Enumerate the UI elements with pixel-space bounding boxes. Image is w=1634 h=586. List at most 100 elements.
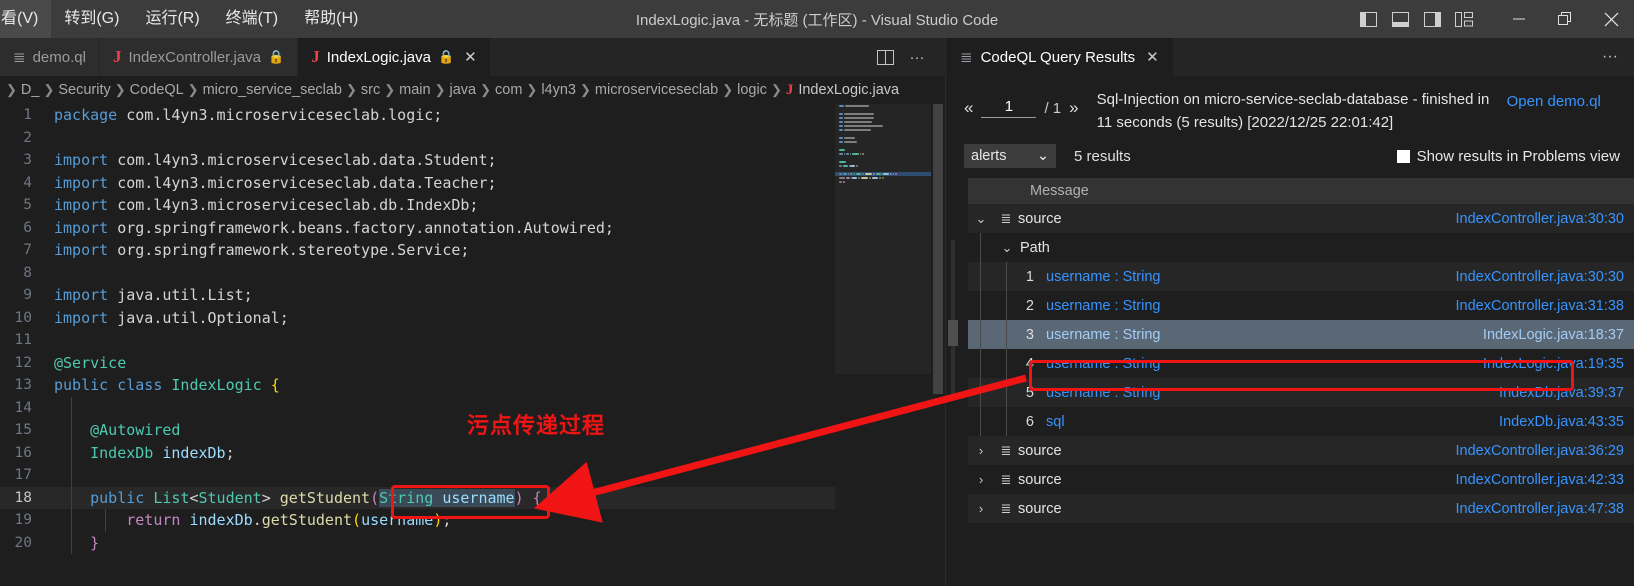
menu-item-1[interactable]: 转到(G) <box>51 0 132 38</box>
line-content: import java.util.Optional; <box>54 307 289 330</box>
more-actions-icon[interactable]: ··· <box>903 43 931 71</box>
chevron-down-icon: ⌄ <box>1036 148 1049 164</box>
next-page-icon[interactable]: » <box>1069 98 1078 118</box>
editor-scrollbar-thumb[interactable] <box>933 104 943 394</box>
toggle-secondary-sidebar-icon[interactable] <box>1416 0 1448 38</box>
split-editor-icon[interactable] <box>871 43 899 71</box>
lock-icon[interactable]: 🔒 <box>438 49 454 65</box>
code-editor[interactable]: 1 package com.l4yn3.microserviceseclab.lo… <box>0 104 945 586</box>
result-row[interactable]: › ≣ source IndexController.java:36:29 <box>968 436 1634 465</box>
result-message[interactable]: username : String <box>1046 385 1160 401</box>
result-message[interactable]: sql <box>1046 414 1065 430</box>
close-icon[interactable]: ✕ <box>464 48 477 66</box>
page-number-input[interactable] <box>981 98 1037 118</box>
lock-icon[interactable]: 🔒 <box>268 49 284 65</box>
result-location-link[interactable]: IndexDb.java:39:37 <box>1499 385 1624 401</box>
result-location-link[interactable]: IndexLogic.java:19:35 <box>1483 356 1624 372</box>
result-row[interactable]: 5 username : String IndexDb.java:39:37 <box>968 378 1634 407</box>
panel-scrollbar-thumb[interactable] <box>948 320 958 346</box>
result-location-link[interactable]: IndexController.java:30:30 <box>1456 269 1624 285</box>
breadcrumb-item-0[interactable]: D_ <box>21 82 40 98</box>
ql-file-icon: ≣ <box>13 48 26 66</box>
result-row[interactable]: 2 username : String IndexController.java:3… <box>968 291 1634 320</box>
indent-guide <box>71 464 72 487</box>
tab-codeql-query-results[interactable]: ≣ CodeQL Query Results ✕ <box>946 38 1173 76</box>
chevron-down-icon[interactable]: ⌄ <box>994 240 1020 256</box>
breadcrumb-item-1[interactable]: Security <box>58 82 110 98</box>
result-location-link[interactable]: IndexLogic.java:18:37 <box>1483 327 1624 343</box>
breadcrumb-item-4[interactable]: src <box>361 82 380 98</box>
minimap-slider[interactable] <box>835 104 931 374</box>
chevron-right-icon[interactable]: › <box>968 443 994 458</box>
panel-tab-bar: ≣ CodeQL Query Results ✕ ··· <box>946 38 1634 76</box>
editor-tab-0[interactable]: ≣ demo.ql <box>0 38 100 76</box>
chevron-right-icon[interactable]: › <box>968 472 994 487</box>
line-content: public List<Student> getStudent(String u… <box>54 487 542 510</box>
result-row[interactable]: 1 username : String IndexController.java:3… <box>968 262 1634 291</box>
breadcrumb-separator: ❯ <box>434 82 446 97</box>
result-message[interactable]: username : String <box>1046 356 1160 372</box>
panel-more-actions-icon[interactable]: ··· <box>1602 38 1634 76</box>
checkbox-icon[interactable] <box>1396 149 1410 163</box>
close-icon[interactable]: ✕ <box>1146 48 1159 66</box>
result-row[interactable]: ⌄ ≣ source IndexController.java:30:30 <box>968 204 1634 233</box>
result-location-link[interactable]: IndexController.java:36:29 <box>1456 443 1624 459</box>
line-content: package com.l4yn3.microserviceseclab.log… <box>54 104 442 127</box>
result-row[interactable]: › ≣ source IndexController.java:47:38 <box>968 494 1634 523</box>
menu-item-3[interactable]: 终端(T) <box>213 0 291 38</box>
code-token: List <box>153 488 190 507</box>
breadcrumb-item-7[interactable]: com <box>495 82 522 98</box>
breadcrumb-item-10[interactable]: logic <box>737 82 767 98</box>
code-token: import <box>54 286 109 304</box>
editor-tab-label: IndexLogic.java <box>326 48 431 66</box>
breadcrumb-item-9[interactable]: microserviceseclab <box>595 82 718 98</box>
breadcrumb-item-2[interactable]: CodeQL <box>130 82 184 98</box>
result-message: Path <box>1020 239 1050 256</box>
result-row[interactable]: › ≣ source IndexController.java:42:33 <box>968 465 1634 494</box>
editor-tab-2[interactable]: J IndexLogic.java 🔒 ✕ <box>298 38 491 76</box>
chevron-right-icon[interactable]: › <box>968 501 994 516</box>
breadcrumb-item-11[interactable]: J IndexLogic.java <box>786 82 899 99</box>
close-window-button[interactable] <box>1588 0 1634 38</box>
editor-minimap[interactable] <box>835 104 931 586</box>
minimize-button[interactable] <box>1496 0 1542 38</box>
menu-item-2[interactable]: 运行(R) <box>132 0 212 38</box>
menu-item-4[interactable]: 帮助(H) <box>291 0 371 38</box>
result-location-link[interactable]: IndexController.java:30:30 <box>1456 211 1624 227</box>
result-location-link[interactable]: IndexController.java:31:38 <box>1456 298 1624 314</box>
code-token: Student <box>198 488 262 507</box>
result-row[interactable]: ⌄ Path <box>968 233 1634 262</box>
result-location-link[interactable]: IndexController.java:47:38 <box>1456 501 1624 517</box>
result-row[interactable]: 4 username : String IndexLogic.java:19:35 <box>968 349 1634 378</box>
result-location-link[interactable]: IndexDb.java:43:35 <box>1499 414 1624 430</box>
breadcrumb-item-6[interactable]: java <box>450 82 477 98</box>
result-location-link[interactable]: IndexController.java:42:33 <box>1456 472 1624 488</box>
chevron-down-icon[interactable]: ⌄ <box>968 211 994 227</box>
editor-vertical-scrollbar[interactable] <box>931 104 945 586</box>
panel-vertical-scrollbar[interactable] <box>948 140 958 586</box>
workbench-body: ≣ demo.ql J IndexController.java 🔒 J IndexLogi… <box>0 38 1634 586</box>
result-row[interactable]: 6 sql IndexDb.java:43:35 <box>968 407 1634 436</box>
breadcrumb-item-8[interactable]: l4yn3 <box>541 82 576 98</box>
first-page-icon[interactable]: « <box>964 98 973 118</box>
maximize-restore-button[interactable] <box>1542 0 1588 38</box>
open-demo-ql-link[interactable]: Open demo.ql <box>1507 88 1601 113</box>
result-set-select[interactable]: alerts ⌄ <box>964 144 1056 168</box>
customize-layout-icon[interactable] <box>1448 0 1480 38</box>
result-message: source <box>1018 210 1062 227</box>
result-message: source <box>1018 471 1062 488</box>
show-in-problems-view-toggle[interactable]: Show results in Problems view <box>1396 148 1620 165</box>
result-message[interactable]: username : String <box>1046 298 1160 314</box>
menu-item-0[interactable]: 看(V) <box>0 0 52 38</box>
toggle-primary-sidebar-icon[interactable] <box>1352 0 1384 38</box>
editor-tab-1[interactable]: J IndexController.java 🔒 <box>99 38 299 76</box>
breadcrumb-item-3[interactable]: micro_service_seclab <box>203 82 342 98</box>
result-message[interactable]: username : String <box>1046 269 1160 285</box>
result-message[interactable]: username : String <box>1046 327 1160 343</box>
toggle-panel-icon[interactable] <box>1384 0 1416 38</box>
code-line: 9 import java.util.List; <box>0 284 945 307</box>
breadcrumb-item-5[interactable]: main <box>399 82 430 98</box>
result-row[interactable]: 3 username : String IndexLogic.java:18:37 <box>968 320 1634 349</box>
results-count: 5 results <box>1074 147 1131 165</box>
